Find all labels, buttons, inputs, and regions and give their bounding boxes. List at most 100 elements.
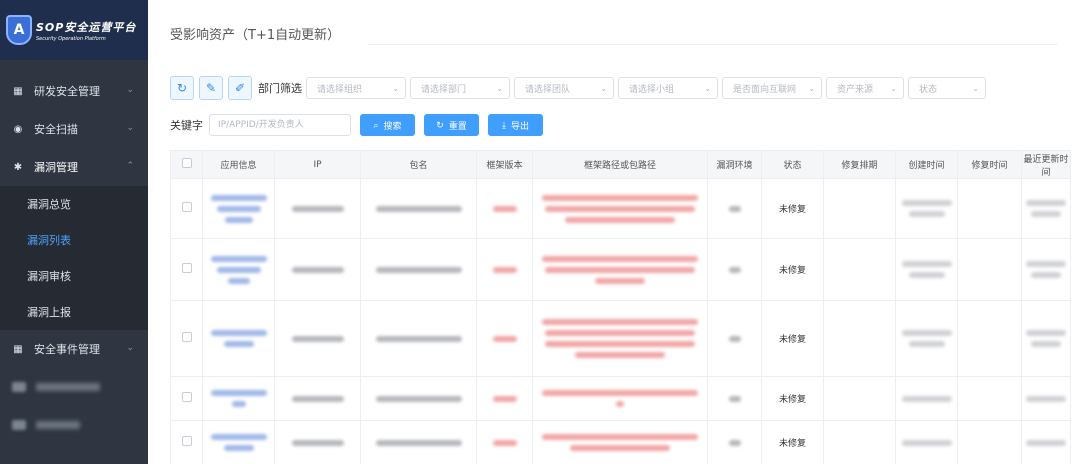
updated-cell: [1021, 420, 1071, 464]
row-checkbox[interactable]: [181, 436, 192, 446]
sidebar-item-label: 安全扫描: [34, 123, 78, 136]
sidebar-subitem-overview[interactable]: 漏洞总览: [0, 186, 148, 222]
status-cell: 未修复: [761, 420, 824, 464]
select-all-checkbox[interactable]: [181, 158, 192, 168]
version-cell: [476, 420, 533, 464]
table-row[interactable]: 未修复: [170, 420, 1071, 464]
package-cell: [360, 300, 477, 377]
internet-facing-select[interactable]: 是否面向互联网 ⌄: [722, 77, 822, 99]
refresh-icon: ↻: [436, 119, 444, 130]
status-cell: 未修复: [761, 238, 824, 301]
sidebar-item-redacted[interactable]: [0, 368, 148, 406]
vuln-submenu: 漏洞总览 漏洞列表 漏洞审核 漏洞上报: [0, 186, 148, 330]
updated-cell: [1021, 238, 1071, 301]
path-cell: [532, 178, 708, 239]
sidebar-menu: ▦ 研发安全管理 ⌄ ◉ 安全扫描 ⌄ ✱ 漏洞管理 ⌃ 漏洞总览 漏洞列表 漏…: [0, 72, 148, 444]
status-select[interactable]: 状态 ⌄: [908, 77, 986, 99]
fixed-cell: [957, 376, 1022, 421]
app-info-cell: [202, 420, 275, 464]
schedule-cell: [823, 300, 896, 377]
version-cell: [476, 300, 533, 377]
col-header[interactable]: 最近更新时间: [1021, 150, 1071, 179]
search-button[interactable]: ⌕ 搜索: [360, 114, 415, 136]
path-cell: [532, 300, 708, 377]
table-row[interactable]: 未修复: [170, 300, 1071, 377]
logo: A SOP安全运营平台 Security Operation Platform: [0, 0, 148, 60]
reset-button[interactable]: ↻ 重置: [424, 114, 479, 136]
chevron-down-icon: ⌄: [600, 83, 607, 93]
table-row[interactable]: 未修复: [170, 376, 1071, 421]
path-cell: [532, 238, 708, 301]
sidebar-item-incident[interactable]: ▦ 安全事件管理 ⌄: [0, 330, 148, 368]
col-header[interactable]: 框架路径或包路径: [532, 150, 708, 179]
col-header[interactable]: 创建时间: [895, 150, 958, 179]
grid-icon: ▦: [13, 343, 23, 355]
status-cell: 未修复: [761, 300, 824, 377]
row-checkbox[interactable]: [181, 392, 192, 402]
chevron-down-icon: ⌄: [392, 83, 399, 93]
divider: [368, 44, 1058, 45]
col-header[interactable]: IP: [274, 150, 361, 179]
version-cell: [476, 238, 533, 301]
keyword-label: 关键字: [170, 119, 203, 132]
asset-source-select[interactable]: 资产来源 ⌄: [826, 77, 904, 99]
package-cell: [360, 238, 477, 301]
page-title: 受影响资产（T+1自动更新）: [170, 28, 341, 43]
app-info-cell: [202, 376, 275, 421]
group-select[interactable]: 请选择小组 ⌄: [618, 77, 718, 99]
logo-subtitle: Security Operation Platform: [36, 35, 106, 42]
sidebar-item-dev-security[interactable]: ▦ 研发安全管理 ⌄: [0, 72, 148, 110]
app-info-cell: [202, 300, 275, 377]
sidebar-item-label: 安全事件管理: [34, 343, 100, 356]
ip-cell: [274, 376, 361, 421]
table-row[interactable]: 未修复: [170, 178, 1071, 239]
table-row[interactable]: 未修复: [170, 238, 1071, 301]
edit-icon: ✎: [205, 81, 217, 95]
sidebar-item-scan[interactable]: ◉ 安全扫描 ⌄: [0, 110, 148, 148]
col-header[interactable]: 状态: [761, 150, 824, 179]
edit-button[interactable]: ✎: [199, 76, 223, 100]
sidebar-item-redacted[interactable]: [0, 406, 148, 444]
pen-button[interactable]: ✐: [228, 76, 252, 100]
sidebar-item-vuln-management[interactable]: ✱ 漏洞管理 ⌃: [0, 148, 148, 186]
team-select[interactable]: 请选择团队 ⌄: [514, 77, 614, 99]
col-header[interactable]: 框架版本: [476, 150, 533, 179]
col-header[interactable]: 应用信息: [202, 150, 275, 179]
sidebar-subitem-list[interactable]: 漏洞列表: [0, 222, 148, 258]
bug-icon: ✱: [13, 161, 23, 173]
row-checkbox[interactable]: [181, 263, 192, 273]
eye-icon: ◉: [13, 123, 23, 135]
schedule-cell: [823, 376, 896, 421]
chevron-down-icon: ⌄: [972, 83, 979, 93]
filter-label: 部门筛选: [258, 82, 302, 95]
chevron-down-icon: ⌄: [890, 83, 897, 93]
chevron-down-icon: ⌄: [126, 85, 134, 95]
dept-select[interactable]: 请选择部门 ⌄: [410, 77, 510, 99]
keyword-input[interactable]: [209, 114, 351, 136]
select-all-cell[interactable]: [170, 150, 203, 179]
refresh-button[interactable]: ↻: [170, 76, 194, 100]
created-cell: [895, 420, 958, 464]
sidebar: A SOP安全运营平台 Security Operation Platform …: [0, 0, 148, 464]
status-cell: 未修复: [761, 178, 824, 239]
row-checkbox[interactable]: [181, 202, 192, 212]
chevron-down-icon: ⌄: [126, 343, 134, 353]
env-cell: [707, 300, 762, 377]
row-checkbox[interactable]: [181, 332, 192, 342]
shield-logo-icon: A: [6, 15, 32, 45]
col-header[interactable]: 包名: [360, 150, 477, 179]
col-header[interactable]: 修复时间: [957, 150, 1022, 179]
export-button[interactable]: ⤓ 导出: [488, 114, 543, 136]
search-row: 关键字 ⌕搜索 ↻重置 ⤓导出: [170, 114, 543, 136]
org-select[interactable]: 请选择组织 ⌄: [306, 77, 406, 99]
col-header[interactable]: 修复排期: [823, 150, 896, 179]
app-info-cell: [202, 178, 275, 239]
col-header[interactable]: 漏洞环境: [707, 150, 762, 179]
search-icon: ⌕: [373, 119, 379, 130]
chevron-down-icon: ⌄: [808, 83, 815, 93]
fixed-cell: [957, 178, 1022, 239]
version-cell: [476, 376, 533, 421]
sidebar-subitem-report[interactable]: 漏洞上报: [0, 294, 148, 330]
sidebar-subitem-review[interactable]: 漏洞审核: [0, 258, 148, 294]
env-cell: [707, 420, 762, 464]
